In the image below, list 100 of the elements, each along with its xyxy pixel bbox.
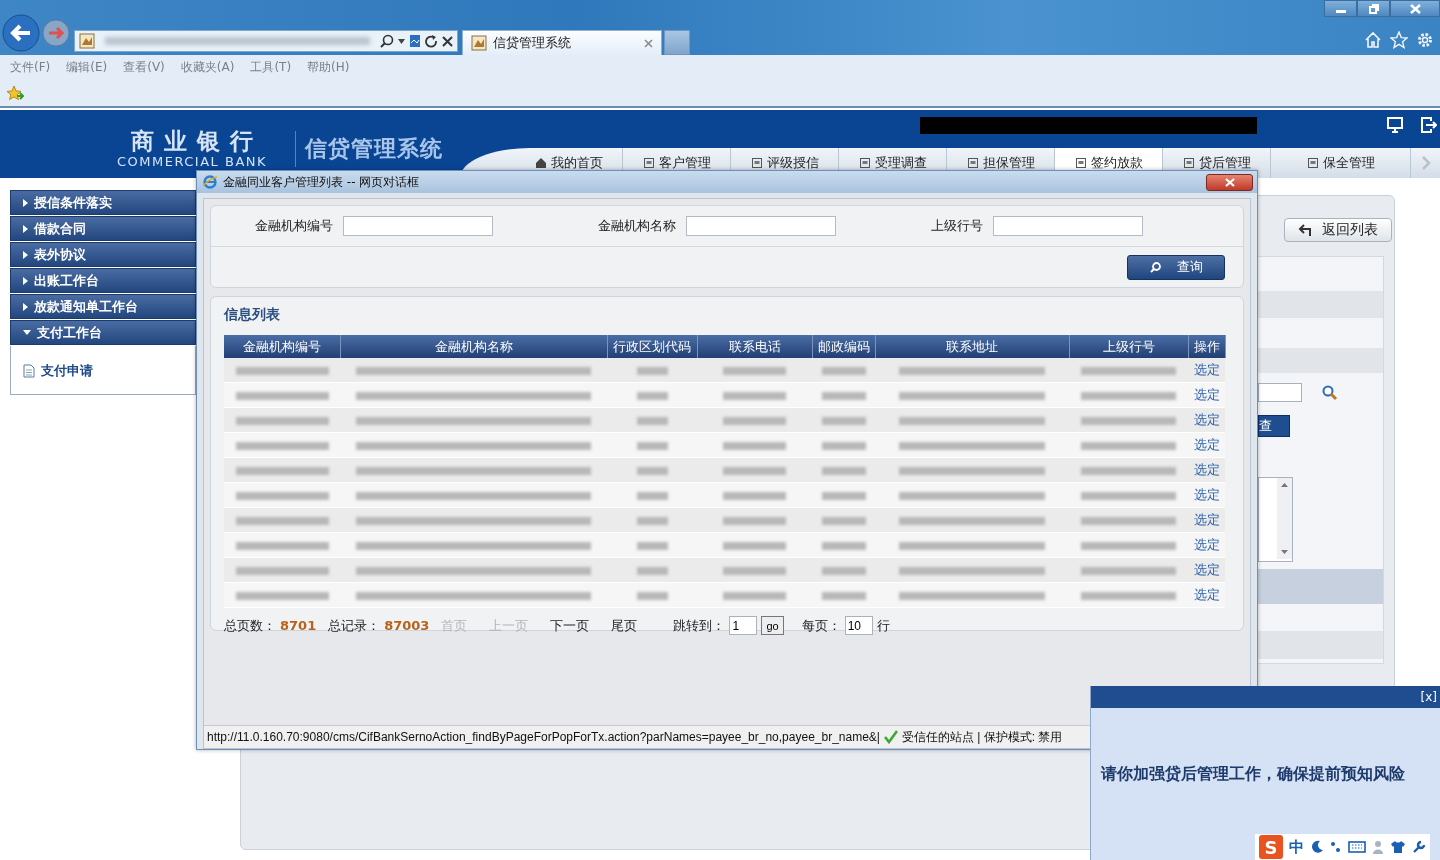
ime-mode[interactable]: 中: [1289, 837, 1304, 857]
column-header: 上级行号: [1069, 335, 1188, 358]
page-icon: [750, 157, 763, 169]
favorites-star-icon[interactable]: [6, 84, 24, 102]
input-field[interactable]: [686, 216, 836, 236]
menu-item[interactable]: 工具(T): [250, 59, 292, 76]
punctuation-icon[interactable]: [1330, 840, 1342, 854]
system-title: 信贷管理系统: [305, 135, 443, 163]
blurred-text: [723, 566, 786, 575]
page-icon: [1074, 157, 1087, 169]
blurred-text: [636, 391, 668, 400]
browser-tab[interactable]: 信贷管理系统: [462, 30, 662, 55]
sidebar-item[interactable]: 借款合同: [10, 216, 196, 241]
caret-icon[interactable]: [398, 38, 405, 44]
page-size-input[interactable]: 10: [844, 616, 873, 635]
blurred-text: [723, 366, 786, 375]
pager-label: 总记录：: [328, 616, 381, 635]
search-icon[interactable]: [1322, 384, 1338, 401]
monitor-icon[interactable]: [1387, 117, 1403, 133]
input-field[interactable]: [1258, 383, 1302, 402]
blurred-text: [723, 591, 786, 600]
bank-logo-subtitle: COMMERCIAL BANK: [116, 154, 268, 170]
back-to-list-button[interactable]: 返回列表: [1284, 218, 1392, 242]
go-button[interactable]: go: [761, 616, 784, 635]
page-icon: [966, 157, 979, 169]
column-header: 金融机构编号: [224, 335, 340, 358]
blurred-text: [821, 441, 866, 450]
page-icon: [79, 33, 95, 49]
close-button[interactable]: [1206, 173, 1253, 191]
close-tab-button[interactable]: [644, 38, 653, 48]
blurred-text: [723, 416, 786, 425]
menu-item[interactable]: 文件(F): [10, 59, 51, 76]
search-icon[interactable]: [380, 34, 394, 48]
logout-icon[interactable]: [1421, 117, 1437, 133]
blurred-text: [821, 591, 866, 600]
compatibility-icon[interactable]: [409, 34, 421, 48]
blurred-text: [821, 516, 866, 525]
search-icon: [1149, 261, 1161, 273]
blurred-text: [723, 491, 786, 500]
minimize-button[interactable]: [1324, 0, 1357, 17]
nav-tab[interactable]: 保全管理: [1271, 148, 1411, 178]
restore-icon: [1368, 3, 1379, 14]
section-title: 信息列表: [224, 306, 281, 324]
text-area[interactable]: [1258, 477, 1293, 562]
blurred-text: [636, 566, 668, 575]
blurred-text: [821, 366, 866, 375]
page-icon: [642, 157, 655, 169]
field-label: 金融机构名称: [598, 217, 676, 235]
star-icon[interactable]: [1390, 31, 1408, 49]
pager-label: 行: [876, 616, 890, 635]
blurred-text: [723, 541, 786, 550]
ime-logo[interactable]: S: [1259, 835, 1283, 859]
moon-icon[interactable]: [1310, 840, 1324, 854]
column-header: 联系地址: [875, 335, 1069, 358]
input-field[interactable]: [993, 216, 1143, 236]
blurred-text: [636, 516, 668, 525]
blurred-text: [821, 391, 866, 400]
pager-link[interactable]: 尾页: [611, 616, 638, 635]
pager-link[interactable]: 下一页: [550, 616, 590, 635]
settings-icon[interactable]: [1416, 31, 1434, 49]
menu-item[interactable]: 帮助(H): [307, 59, 350, 76]
menu-item[interactable]: 查看(V): [123, 59, 165, 76]
field-label: 金融机构编号: [255, 217, 333, 235]
page-icon: [471, 35, 487, 51]
sidebar-item[interactable]: 放款通知单工作台: [10, 294, 196, 319]
address-field[interactable]: [74, 30, 458, 52]
query-button[interactable]: 查: [1258, 415, 1290, 437]
page-icon: [1306, 157, 1319, 169]
wrench-icon[interactable]: [1412, 840, 1426, 854]
column-header: 联系电话: [697, 335, 812, 358]
pager-label: 总页数：: [224, 616, 276, 635]
sidebar-item[interactable]: 授信条件落实: [10, 190, 196, 215]
menu-item[interactable]: 编辑(E): [66, 59, 108, 76]
refresh-icon[interactable]: [425, 34, 438, 48]
blurred-text: [636, 491, 668, 500]
page-icon: [858, 157, 871, 169]
blurred-text: [636, 591, 668, 600]
sidebar-item[interactable]: 表外协议: [10, 242, 196, 267]
keyboard-icon[interactable]: [1348, 840, 1366, 854]
home-icon[interactable]: [1364, 31, 1382, 49]
back-button[interactable]: [2, 14, 40, 52]
close-icon: [1409, 3, 1421, 14]
close-window-button[interactable]: [1390, 0, 1440, 17]
column-header: 邮政编码: [812, 335, 875, 358]
input-field[interactable]: [343, 216, 493, 236]
blurred-text: [636, 416, 668, 425]
field-label: 上级行号: [931, 217, 983, 235]
shirt-icon[interactable]: [1390, 840, 1406, 854]
blurred-text: [723, 391, 786, 400]
restore-button[interactable]: [1357, 0, 1390, 17]
sidebar-item[interactable]: 出账工作台: [10, 268, 196, 293]
blurred-text: [821, 566, 866, 575]
sidebar-item[interactable]: 支付工作台: [10, 320, 196, 345]
search-button[interactable]: 查询: [1127, 254, 1225, 280]
blurred-text: [821, 541, 866, 550]
close-icon[interactable]: [442, 35, 453, 47]
browser-logo-icon: [203, 175, 217, 189]
page-input[interactable]: 1: [729, 616, 758, 635]
close-button[interactable]: [x]: [1420, 690, 1437, 704]
menu-item[interactable]: 收藏夹(A): [180, 59, 235, 76]
